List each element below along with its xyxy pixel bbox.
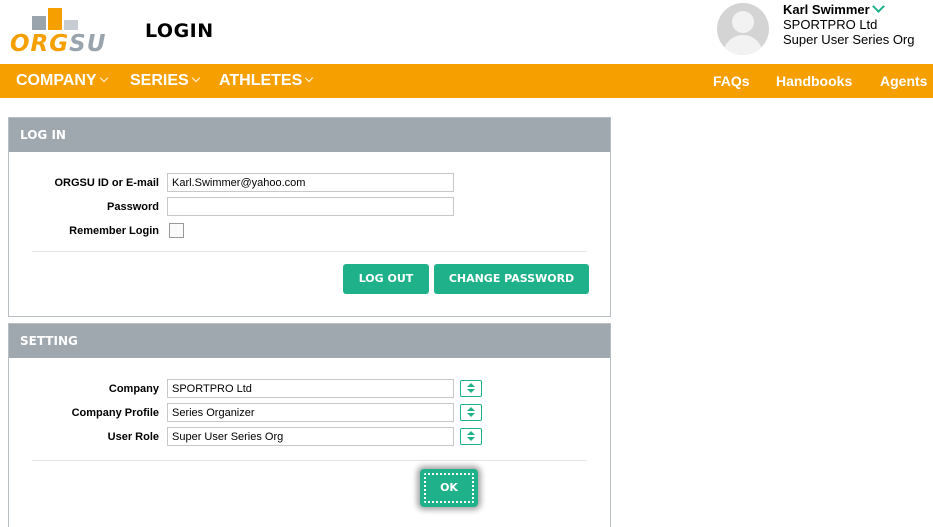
change-password-button[interactable]: CHANGE PASSWORD — [434, 264, 589, 294]
id-label: ORGSU ID or E-mail — [54, 177, 159, 189]
profile-label: Company Profile — [71, 407, 159, 419]
nav-agents[interactable]: Agents — [880, 64, 927, 98]
user-role: Super User Series Org — [783, 32, 915, 47]
chevron-down-icon — [99, 73, 108, 83]
profile-spinner-icon[interactable] — [460, 404, 482, 421]
nav-company[interactable]: COMPANY — [16, 64, 108, 98]
profile-row: Company Profile — [19, 403, 599, 423]
logo-block-2 — [48, 8, 62, 30]
nav-handbooks[interactable]: Handbooks — [776, 64, 852, 98]
ok-button-label: OK — [424, 473, 474, 503]
chevron-down-icon — [305, 73, 314, 83]
user-company: SPORTPRO Ltd — [783, 17, 878, 32]
avatar[interactable] — [717, 3, 769, 55]
remember-row: Remember Login — [19, 221, 599, 241]
role-row: User Role — [19, 427, 599, 447]
login-panel-title: LOG IN — [9, 118, 610, 152]
id-row: ORGSU ID or E-mail — [19, 173, 599, 193]
avatar-head — [732, 11, 754, 33]
nav-faqs[interactable]: FAQs — [713, 64, 750, 98]
chevron-down-icon[interactable] — [871, 0, 885, 13]
company-field[interactable] — [167, 379, 454, 398]
role-spinner-icon[interactable] — [460, 428, 482, 445]
user-name: Karl Swimmer — [783, 2, 870, 17]
password-input[interactable] — [167, 197, 454, 216]
logo-wordmark: ORGSU — [10, 31, 107, 57]
nav-series[interactable]: SERIES — [130, 64, 200, 98]
role-field[interactable] — [167, 427, 454, 446]
chevron-down-icon — [191, 73, 200, 83]
logo-block-1 — [32, 16, 46, 30]
nav-athletes[interactable]: ATHLETES — [219, 64, 314, 98]
id-input[interactable] — [167, 173, 454, 192]
remember-label: Remember Login — [69, 225, 159, 237]
orgsu-logo[interactable]: ORGSU — [10, 6, 122, 57]
remember-checkbox[interactable] — [169, 223, 184, 238]
main-nav: COMPANY SERIES ATHLETES FAQs Handbooks A… — [0, 64, 933, 98]
company-label: Company — [108, 383, 159, 395]
login-panel: LOG IN ORGSU ID or E-mail Password Remem… — [8, 117, 611, 317]
logo-block-3 — [64, 20, 78, 30]
setting-panel-title: SETTING — [9, 324, 610, 358]
user-menu[interactable]: Karl Swimmer SPORTPRO Ltd Super User Ser… — [783, 0, 915, 47]
password-row: Password — [19, 197, 599, 217]
divider — [32, 460, 587, 461]
ok-button[interactable]: OK — [420, 469, 478, 507]
setting-panel: SETTING Company Company Profile User Rol… — [8, 323, 611, 527]
company-spinner-icon[interactable] — [460, 380, 482, 397]
logout-button[interactable]: LOG OUT — [343, 264, 429, 294]
password-label: Password — [107, 201, 159, 213]
role-label: User Role — [107, 431, 159, 443]
company-row: Company — [19, 379, 599, 399]
profile-field[interactable] — [167, 403, 454, 422]
header: ORGSU LOGIN Karl Swimmer SPORTPRO Ltd Su… — [0, 0, 933, 62]
divider — [32, 251, 587, 252]
avatar-body — [723, 35, 763, 55]
page-title: LOGIN — [145, 20, 214, 42]
